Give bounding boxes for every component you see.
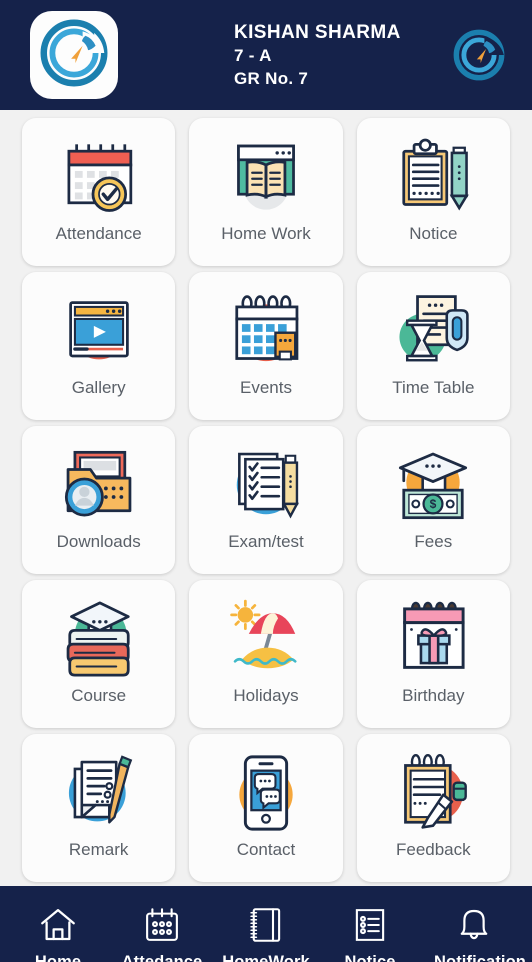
- calendar-check-icon: [53, 134, 145, 220]
- tile-remark[interactable]: Remark: [22, 734, 176, 882]
- tile-fees[interactable]: $ Fees: [356, 426, 510, 574]
- video-player-icon: [53, 288, 145, 374]
- student-class: 7 - A: [234, 46, 272, 66]
- compass-c-logo-small-icon: [452, 28, 506, 82]
- graduation-money-icon: $: [387, 442, 479, 528]
- phone-chat-icon: [220, 750, 312, 836]
- bell-outline-icon: [453, 904, 495, 946]
- tile-label: Notice: [409, 224, 458, 243]
- list-outline-icon: [349, 904, 391, 946]
- tile-time-table[interactable]: Time Table: [356, 272, 510, 420]
- checklist-pencil-icon: [220, 442, 312, 528]
- nav-item-notice[interactable]: Notice: [318, 904, 422, 962]
- feature-grid: Attendance Home Work Notice Gallery Even…: [0, 110, 532, 886]
- nav-item-attendance[interactable]: Attedance: [110, 904, 214, 962]
- tile-birthday[interactable]: Birthday: [356, 580, 510, 728]
- book-browser-icon: [220, 134, 312, 220]
- student-name: KISHAN SHARMA: [234, 22, 401, 44]
- tile-label: Birthday: [402, 686, 465, 705]
- nav-label: Notice: [344, 952, 396, 962]
- nav-label: Home: [34, 952, 82, 962]
- tile-label: Exam/test: [228, 532, 304, 551]
- clipboard-pen-icon: [387, 134, 479, 220]
- student-gr-number: GR No. 7: [234, 68, 309, 88]
- svg-text:$: $: [430, 497, 437, 511]
- home-icon: [37, 904, 79, 946]
- tile-label: Fees: [414, 532, 453, 551]
- tile-label: Events: [240, 378, 292, 397]
- tile-label: Contact: [236, 840, 296, 859]
- books-graduation-icon: [53, 596, 145, 682]
- tile-events[interactable]: Events: [189, 272, 343, 420]
- document-pencil-icon: [53, 750, 145, 836]
- app-logo-tile: [30, 11, 118, 99]
- folder-user-icon: [53, 442, 145, 528]
- calendar-events-icon: [220, 288, 312, 374]
- tile-label: Downloads: [56, 532, 141, 551]
- tile-exam-test[interactable]: Exam/test: [189, 426, 343, 574]
- tile-feedback[interactable]: Feedback: [356, 734, 510, 882]
- tile-course[interactable]: Course: [22, 580, 176, 728]
- tile-label: Course: [71, 686, 127, 705]
- tile-attendance[interactable]: Attendance: [22, 118, 176, 266]
- nav-label: Attedance: [121, 952, 203, 962]
- tile-label: Remark: [68, 840, 129, 859]
- tile-label: Holidays: [233, 686, 299, 705]
- beach-umbrella-sun-icon: [220, 596, 312, 682]
- tile-label: Feedback: [395, 840, 471, 859]
- tile-label: Gallery: [71, 378, 126, 397]
- app-header: KISHAN SHARMA 7 - A GR No. 7: [0, 0, 532, 110]
- nav-label: Notification: [434, 952, 526, 962]
- tile-home-work[interactable]: Home Work: [189, 118, 343, 266]
- tile-label: Time Table: [392, 378, 475, 397]
- calendar-outline-icon: [141, 904, 183, 946]
- tile-label: Attendance: [55, 224, 142, 243]
- nav-item-home[interactable]: Home: [6, 904, 110, 962]
- hourglass-document-icon: [387, 288, 479, 374]
- tile-downloads[interactable]: Downloads: [22, 426, 176, 574]
- calendar-gift-icon: [387, 596, 479, 682]
- app-root: KISHAN SHARMA 7 - A GR No. 7 Attendance …: [0, 0, 532, 962]
- nav-item-notification[interactable]: Notification: [422, 904, 526, 962]
- student-info: KISHAN SHARMA 7 - A GR No. 7: [234, 20, 452, 90]
- notepad-pen-icon: [387, 750, 479, 836]
- tile-gallery[interactable]: Gallery: [22, 272, 176, 420]
- nav-item-homework[interactable]: HomeWork: [214, 904, 318, 962]
- tile-label: Home Work: [221, 224, 311, 243]
- notebook-outline-icon: [245, 904, 287, 946]
- tile-holidays[interactable]: Holidays: [189, 580, 343, 728]
- nav-label: HomeWork: [222, 952, 310, 962]
- tile-contact[interactable]: Contact: [189, 734, 343, 882]
- compass-c-logo-icon: [38, 17, 110, 94]
- tile-notice[interactable]: Notice: [356, 118, 510, 266]
- bottom-navigation-bar: Home Attedance HomeWork Notice Notificat…: [0, 886, 532, 962]
